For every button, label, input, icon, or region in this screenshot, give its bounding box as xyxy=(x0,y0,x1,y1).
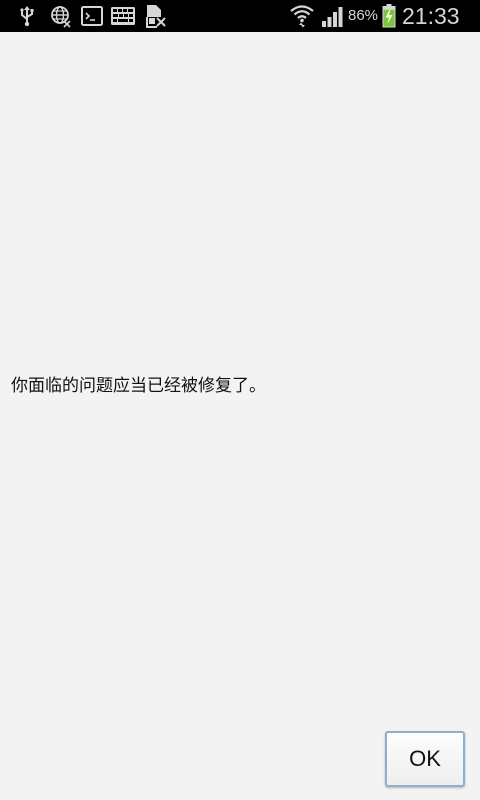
ok-button[interactable]: OK xyxy=(385,731,465,787)
sim-card-icon xyxy=(144,0,168,32)
battery-charging-icon xyxy=(380,0,398,32)
wifi-icon xyxy=(288,0,316,32)
keyboard-icon xyxy=(110,0,136,32)
usb-icon xyxy=(16,0,38,32)
globe-icon xyxy=(48,0,74,32)
battery-percent: 86% xyxy=(348,7,379,24)
screen: 86% 21:33 你面临的问题应当已经被修复了。 OK xyxy=(0,0,480,800)
signal-icon xyxy=(320,0,346,32)
status-bar: 86% 21:33 xyxy=(0,0,480,32)
terminal-icon xyxy=(80,0,104,32)
dialog-message: 你面临的问题应当已经被修复了。 xyxy=(11,376,266,396)
clock: 21:33 xyxy=(402,3,460,29)
